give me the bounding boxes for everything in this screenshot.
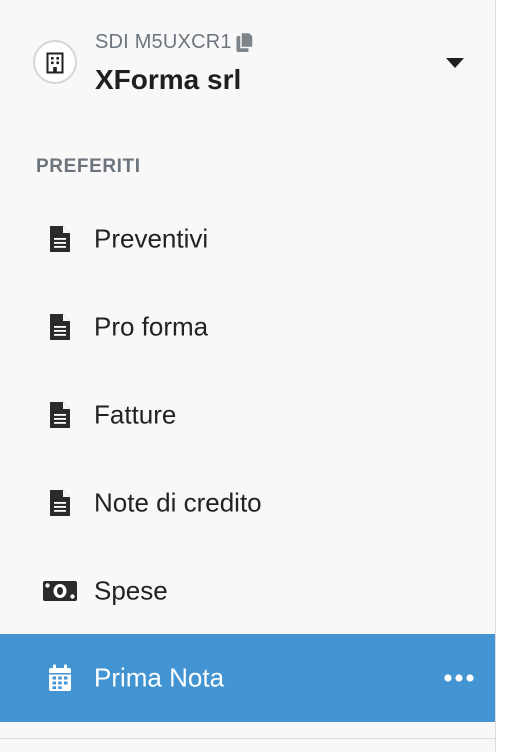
sdi-code-row: SDI M5UXCR1: [95, 30, 254, 54]
nav-item-pro-forma[interactable]: Pro forma: [0, 283, 495, 371]
calendar-icon: [42, 663, 78, 693]
company-switcher[interactable]: SDI M5UXCR1 XForma srl: [0, 0, 495, 130]
nav-item-label: Pro forma: [94, 311, 209, 342]
nav-item-note-di-credito[interactable]: Note di credito: [0, 459, 495, 547]
nav-item-preventivi[interactable]: Preventivi: [0, 195, 495, 283]
building-icon: [46, 52, 64, 74]
ellipsis-icon: [444, 674, 474, 682]
document-icon: [42, 312, 78, 342]
nav-item-label: Prima Nota: [94, 662, 225, 693]
company-avatar: [33, 40, 77, 84]
sidebar: SDI M5UXCR1 XForma srl PREFERITI Prevent…: [0, 0, 496, 752]
company-dropdown-toggle[interactable]: [440, 52, 470, 74]
company-name: XForma srl: [95, 64, 242, 95]
caret-down-icon: [446, 58, 464, 68]
nav-item-label: Spese: [94, 575, 168, 606]
favorites-heading: PREFERITI: [36, 156, 141, 177]
nav-item-label: Fatture: [94, 399, 177, 430]
document-icon: [42, 488, 78, 518]
nav-item-prima-nota[interactable]: Prima Nota: [0, 634, 495, 722]
more-options-button[interactable]: [438, 666, 480, 690]
document-icon: [42, 224, 78, 254]
nav-item-spese[interactable]: Spese: [0, 547, 495, 635]
copy-icon[interactable]: [236, 31, 254, 53]
sdi-code: SDI M5UXCR1: [95, 30, 232, 53]
nav-item-label: Note di credito: [94, 487, 262, 518]
divider: [0, 738, 495, 739]
money-bill-icon: [42, 576, 78, 606]
document-icon: [42, 400, 78, 430]
nav-item-label: Preventivi: [94, 223, 209, 254]
nav-item-fatture[interactable]: Fatture: [0, 371, 495, 459]
